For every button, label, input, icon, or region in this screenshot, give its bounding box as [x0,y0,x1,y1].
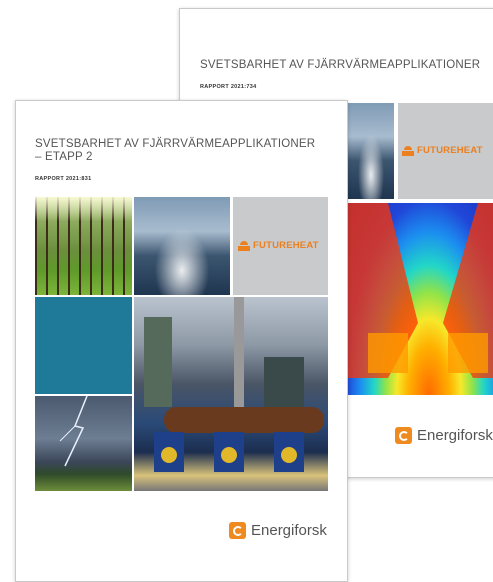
front-report-number: RAPPORT 2021:831 [35,176,92,182]
back-cover-title: SVETSBARHET AV FJÄRRVÄRMEAPPLIKATIONER [200,59,481,71]
futureheat-logo: FUTUREHEAT [402,145,483,156]
futureheat-logo-tile: FUTUREHEAT [398,103,493,199]
front-cover-title: SVETSBARHET AV FJÄRRVÄRMEAPPLIKATIONER –… [35,138,315,164]
back-energiforsk-logo: Energiforsk [395,427,493,444]
front-report-cover: SVETSBARHET AV FJÄRRVÄRMEAPPLIKATIONER –… [15,100,348,582]
welding-lab-photo-tile [134,297,328,491]
front-futureheat-logo: FUTUREHEAT [238,240,319,251]
futureheat-logo-tile: FUTUREHEAT [233,197,328,295]
front-energiforsk-logo: Energiforsk [229,522,327,539]
forest-photo-tile [35,197,132,295]
sea-photo-tile [348,103,394,199]
futureheat-mark-icon [402,145,414,156]
energiforsk-mark-icon [229,522,246,539]
pipe-welding-rig-icon [144,297,324,472]
futureheat-mark-icon [238,240,250,251]
lightning-bolt-icon [59,396,88,467]
teal-color-tile [35,297,132,394]
back-report-number: RAPPORT 2021:734 [200,84,257,90]
heat-simulation-tile [348,203,493,395]
weld-contour-icon [348,203,493,378]
front-title-line-2: – ETAPP 2 [35,151,93,163]
energiforsk-mark-icon [395,427,412,444]
front-title-line-1: SVETSBARHET AV FJÄRRVÄRMEAPPLIKATIONER [35,138,316,150]
lightning-storm-photo-tile [35,396,132,491]
sea-lighthouse-photo-tile [134,197,230,295]
